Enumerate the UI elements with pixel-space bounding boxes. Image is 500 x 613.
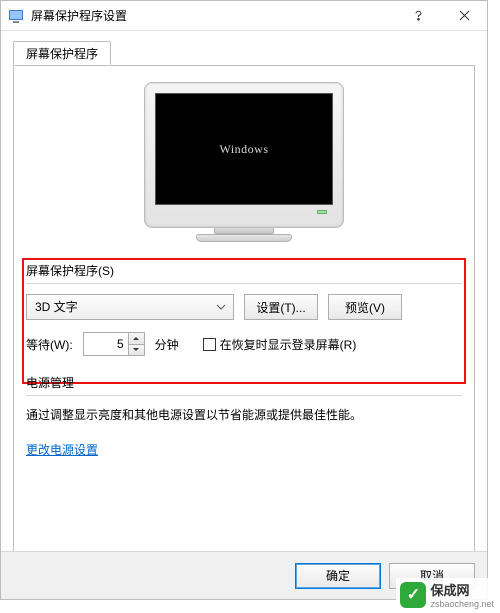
ok-button-label: 确定 — [326, 569, 350, 583]
change-power-settings-link[interactable]: 更改电源设置 — [26, 443, 98, 457]
monitor-screen: Windows — [155, 93, 333, 205]
watermark: 保成网 zsbaocheng.net — [396, 578, 498, 611]
tab-label: 屏幕保护程序 — [26, 45, 98, 62]
divider — [26, 283, 462, 284]
preview-button[interactable]: 预览(V) — [328, 294, 402, 320]
screensaver-select[interactable]: 3D 文字 — [26, 294, 234, 320]
screensaver-group: 屏幕保护程序(S) 3D 文字 设置(T)... 预览(V) — [26, 262, 462, 356]
settings-button[interactable]: 设置(T)... — [244, 294, 318, 320]
app-icon — [7, 7, 25, 25]
power-description: 通过调整显示亮度和其他电源设置以节省能源或提供最佳性能。 — [26, 406, 462, 423]
client-area: 屏幕保护程序 Windows 屏幕保护程序(S) — [1, 31, 487, 565]
ok-button[interactable]: 确定 — [295, 563, 381, 589]
dialog-window: 屏幕保护程序设置 屏幕保护程序 Windows — [0, 0, 488, 600]
power-link-label: 更改电源设置 — [26, 443, 98, 457]
watermark-name: 保成网 — [430, 583, 469, 598]
group-title-screensaver: 屏幕保护程序(S) — [26, 262, 462, 281]
group-title-power: 电源管理 — [26, 374, 462, 393]
settings-button-label: 设置(T)... — [256, 301, 305, 315]
wait-spinner[interactable] — [83, 332, 145, 356]
watermark-url: zsbaocheng.net — [430, 600, 494, 609]
window-title: 屏幕保护程序设置 — [31, 7, 395, 24]
screen-sample-text: Windows — [219, 142, 268, 157]
spin-down-button[interactable] — [129, 344, 144, 356]
checkbox-icon — [203, 338, 216, 351]
wait-unit: 分钟 — [155, 336, 179, 353]
shield-check-icon — [400, 582, 426, 608]
power-led-icon — [317, 210, 327, 214]
resume-checkbox[interactable]: 在恢复时显示登录屏幕(R) — [203, 336, 357, 353]
close-button[interactable] — [441, 1, 487, 31]
preview-area: Windows — [26, 78, 462, 262]
resume-checkbox-label: 在恢复时显示登录屏幕(R) — [220, 336, 357, 353]
wait-label: 等待(W): — [26, 336, 73, 353]
preview-button-label: 预览(V) — [345, 301, 385, 315]
tab-strip: 屏幕保护程序 — [13, 41, 475, 65]
help-button[interactable] — [395, 1, 441, 31]
titlebar: 屏幕保护程序设置 — [1, 1, 487, 31]
monitor-preview: Windows — [144, 82, 344, 242]
spin-up-button[interactable] — [129, 333, 144, 344]
divider — [26, 395, 462, 396]
tab-body: Windows 屏幕保护程序(S) 3D 文字 — [13, 65, 475, 565]
tab-screensaver[interactable]: 屏幕保护程序 — [13, 41, 111, 65]
wait-input[interactable] — [84, 333, 128, 355]
power-group: 电源管理 通过调整显示亮度和其他电源设置以节省能源或提供最佳性能。 更改电源设置 — [26, 374, 462, 459]
